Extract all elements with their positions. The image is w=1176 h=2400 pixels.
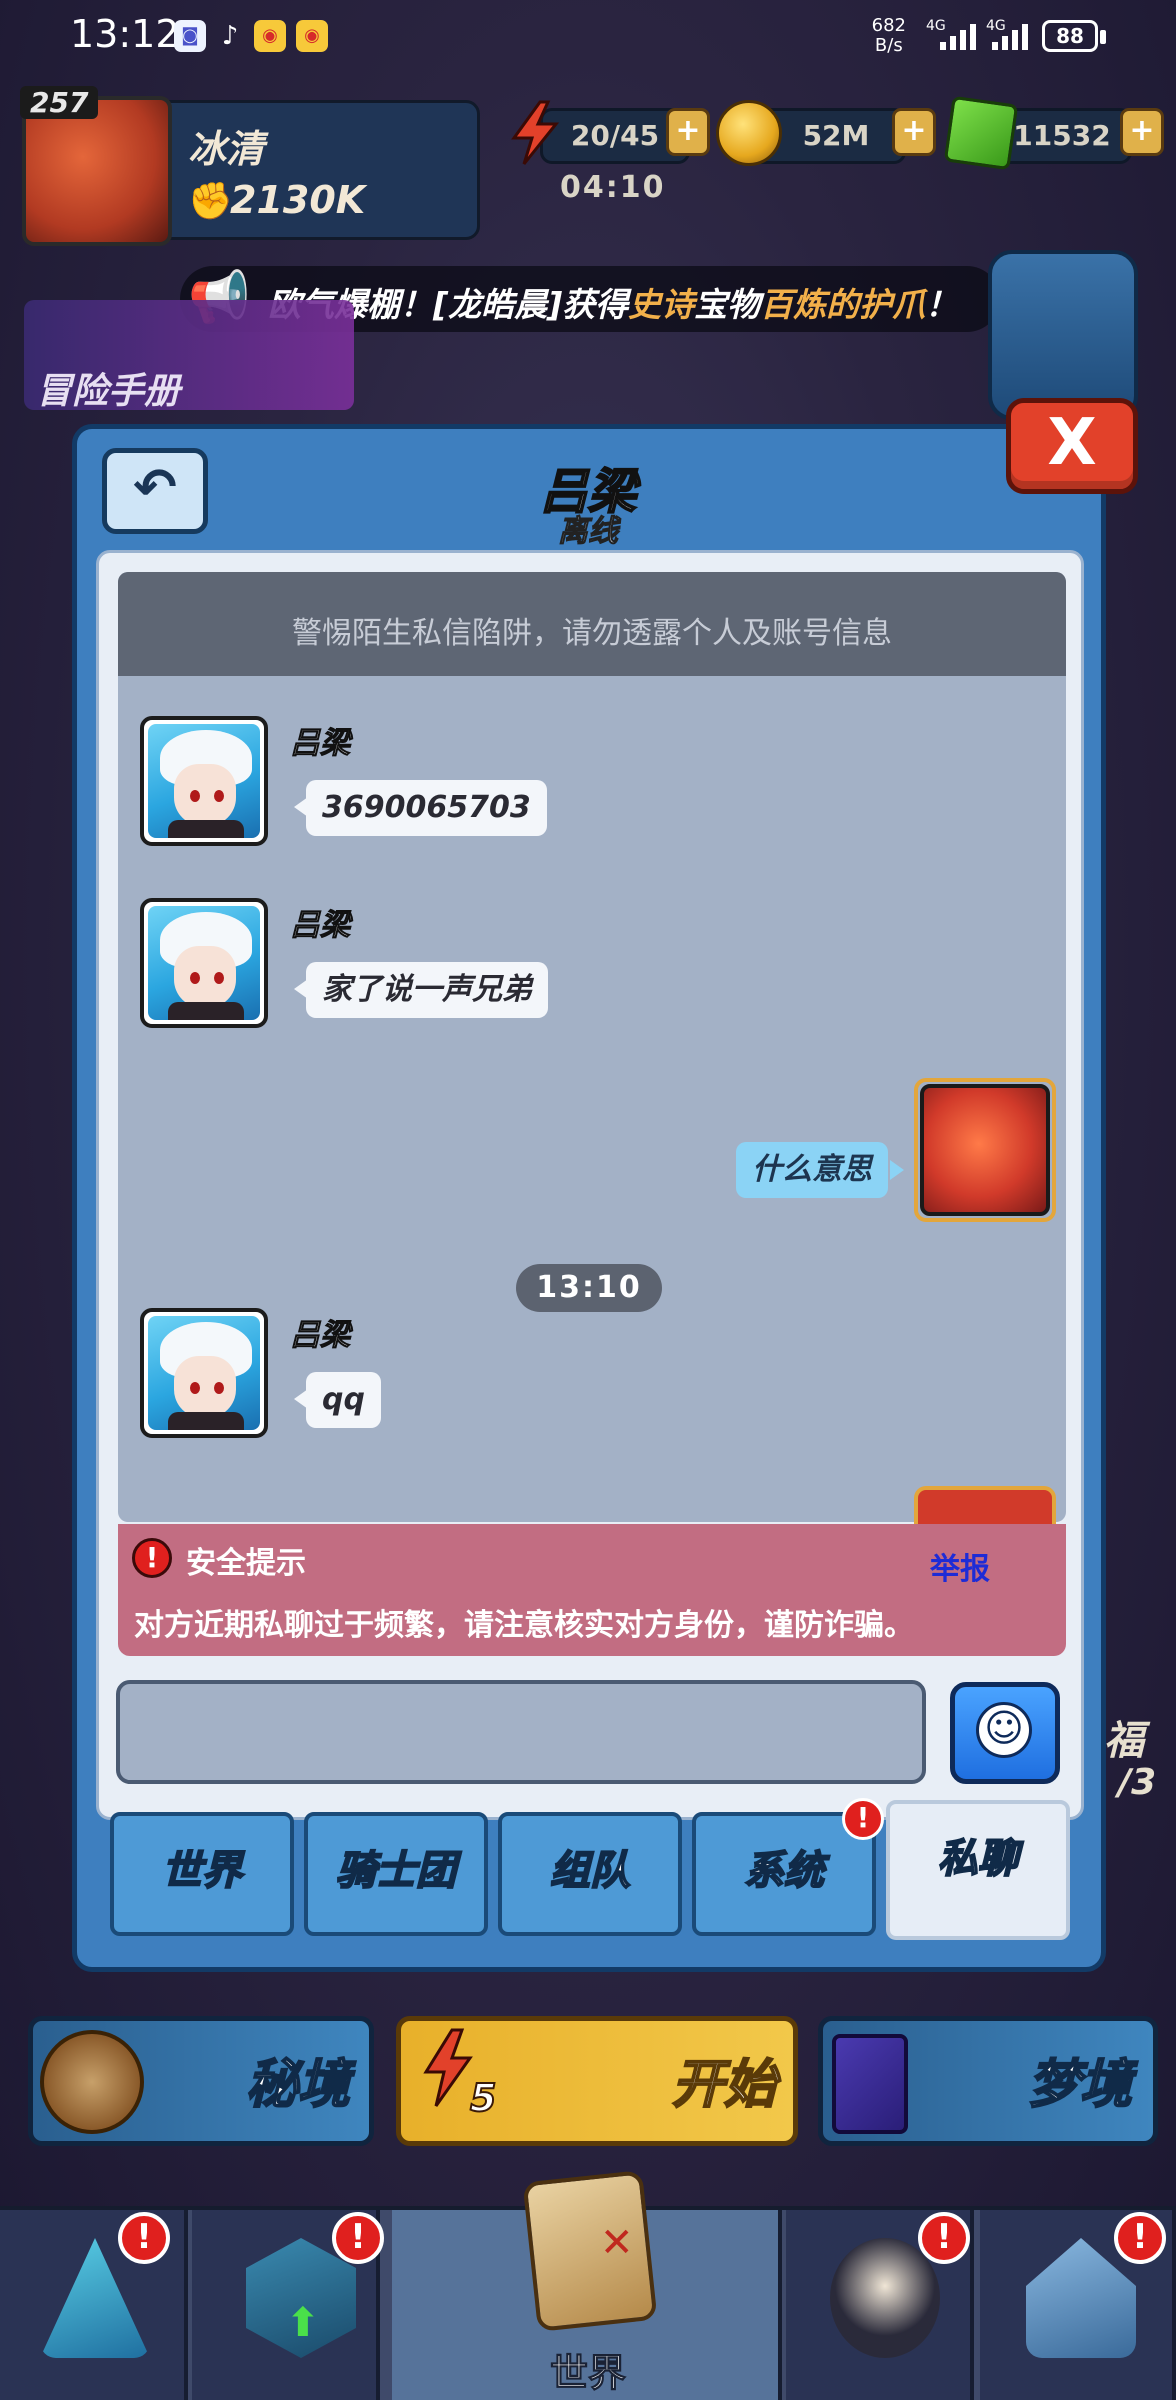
gem-icon [943, 95, 1019, 171]
player-power: 2130K [230, 178, 366, 222]
nav-alert-badge: ! [918, 2212, 970, 2264]
energy-timer: 04:10 [560, 170, 666, 205]
tab-team[interactable]: 组队 [498, 1812, 682, 1936]
weibo-notification-icon: ◉ [254, 20, 286, 52]
tab-private-label: 私聊 [937, 1835, 1019, 1883]
status-bar: 13:12 ◙ ♪ ◉ ◉ 682 B/s 4G 4G 88 [0, 0, 1176, 72]
message-input[interactable] [116, 1680, 926, 1784]
system-alert-badge: ! [842, 1798, 884, 1840]
battery-cap-icon [1100, 30, 1106, 44]
sender-avatar[interactable] [140, 716, 268, 846]
nav-alert-badge: ! [118, 2212, 170, 2264]
warning-text: 警惕陌生私信陷阱，请勿透露个人及账号信息 [292, 616, 892, 651]
announcement-text: 欧气爆棚！[龙皓晨]获得史诗宝物百炼的护爪！ [268, 278, 958, 326]
signal-icon [938, 22, 982, 50]
my-message-bubble[interactable]: 什么意思 [736, 1142, 888, 1198]
message-sender: 吕梁 [290, 908, 351, 944]
blessing-label[interactable]: 福 [1104, 1708, 1144, 1766]
message-bubble[interactable]: 3690065703 [306, 780, 547, 836]
target-icon [40, 2030, 144, 2134]
my-avatar-partial [914, 1486, 1056, 1524]
adventure-handbook-label: 冒险手册 [36, 371, 181, 412]
report-link[interactable]: 举报 [930, 1544, 990, 1588]
message-bubble[interactable]: 家了说一声兄弟 [306, 962, 548, 1018]
weibo-notification-icon-2: ◉ [296, 20, 328, 52]
nav-world-label: 世界 [549, 2351, 626, 2396]
network-speed-unit: B/s [874, 35, 903, 56]
tab-private[interactable]: 私聊 [886, 1800, 1070, 1940]
network-speed: 682 B/s [872, 16, 906, 56]
power-fist-icon: ✊ [188, 181, 233, 222]
app-notification-icon: ◙ [174, 20, 206, 52]
time-divider: 13:10 [516, 1264, 662, 1312]
up-arrow-icon: ⬆ [286, 2300, 320, 2346]
dream-realm-label: 梦境 [1027, 2054, 1133, 2116]
my-avatar[interactable] [920, 1084, 1050, 1216]
announcement-middle: 宝物 [694, 285, 761, 324]
lightning-cost-icon [418, 2028, 478, 2112]
map-x-mark-icon: ✕ [600, 2220, 634, 2266]
nav-alert-badge: ! [1114, 2212, 1166, 2264]
safety-body: 对方近期私聊过于频繁，请注意核实对方身份，谨防诈骗。 [134, 1608, 914, 1643]
smiley-icon: ☺ [976, 1702, 1032, 1758]
chat-partner-status: 离线 [558, 514, 619, 550]
network-speed-value: 682 [871, 15, 906, 36]
energy-value: 20/45 [570, 119, 660, 152]
lightning-icon [502, 100, 568, 166]
battery-indicator: 88 [1042, 20, 1098, 52]
announcement-rarity: 史诗 [628, 285, 695, 324]
start-cost: 5 [469, 2075, 497, 2121]
message-sender: 吕梁 [290, 1318, 351, 1354]
card-icon [832, 2034, 908, 2134]
tab-knights[interactable]: 骑士团 [304, 1812, 488, 1936]
announcement-item: 百炼的护爪 [760, 285, 926, 324]
tab-world[interactable]: 世界 [110, 1812, 294, 1936]
player-level: 257 [20, 86, 99, 119]
secret-realm-label: 秘境 [245, 2054, 351, 2116]
bubble-tail [890, 1160, 904, 1180]
coins-value: 52M [802, 119, 870, 152]
world-map-icon [522, 2170, 658, 2332]
character-icon [830, 2238, 940, 2358]
add-coins-button[interactable]: + [892, 108, 936, 156]
safety-title: 安全提示 [186, 1546, 306, 1581]
message-sender: 吕梁 [290, 726, 351, 762]
guild-shield-icon[interactable] [988, 250, 1138, 420]
signal-icon-2 [990, 22, 1034, 50]
alert-icon: ! [132, 1538, 172, 1578]
status-time: 13:12 [70, 12, 180, 56]
blessing-count: /3 [1118, 1762, 1157, 1803]
sender-avatar[interactable] [140, 898, 268, 1028]
coin-icon [716, 100, 782, 166]
tiktok-notification-icon: ♪ [221, 21, 239, 51]
add-gems-button[interactable]: + [1120, 108, 1164, 156]
message-bubble[interactable]: qq [306, 1372, 381, 1428]
nav-alert-badge: ! [332, 2212, 384, 2264]
announcement-suffix: ！ [925, 285, 959, 324]
start-label: 开始 [671, 2054, 777, 2116]
sender-avatar[interactable] [140, 1308, 268, 1438]
player-name: 冰清 [188, 127, 265, 171]
add-energy-button[interactable]: + [666, 108, 710, 156]
battery-level: 88 [1056, 24, 1084, 48]
